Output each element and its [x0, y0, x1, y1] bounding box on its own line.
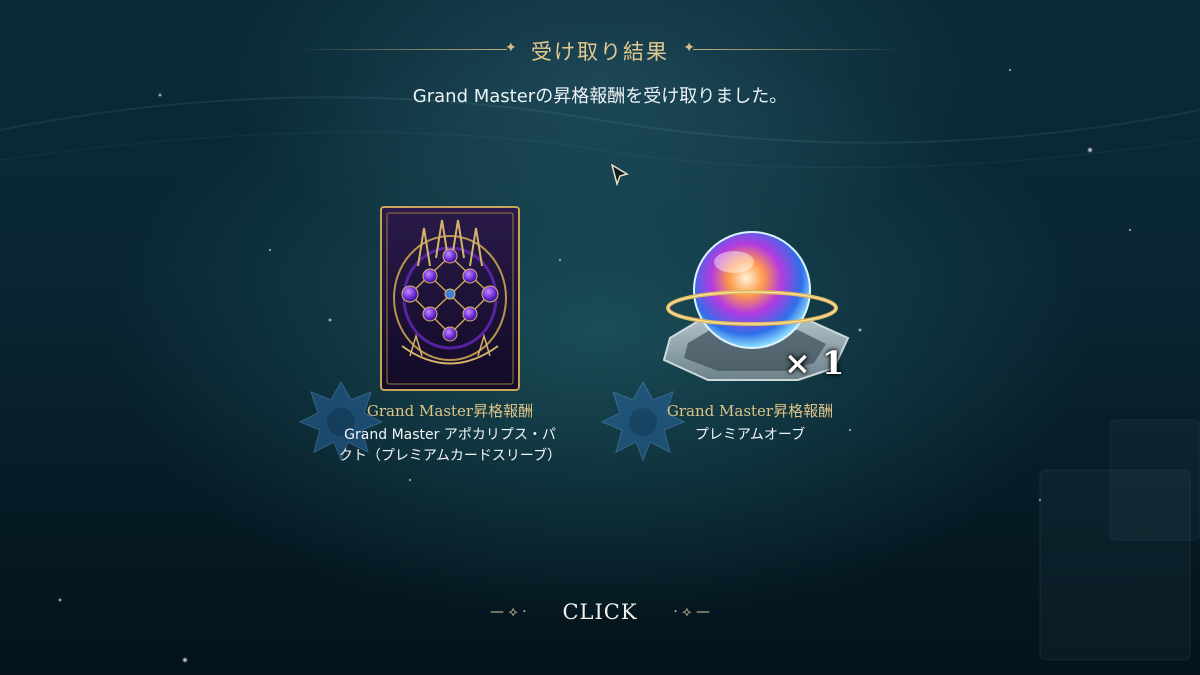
reward-name: プレミアムオーブ — [694, 427, 806, 443]
result-message: Grand Masterの昇格報酬を受け取りました。 — [412, 86, 788, 107]
ornament-icon: ✦ — [683, 40, 695, 56]
reward-item-premium-orb: Grand Master昇格報酬 プレミアムオーブ — [600, 400, 900, 450]
click-to-continue-button[interactable]: — ⟡ · CLICK · ⟡ — — [490, 600, 710, 626]
reward-label: Grand Master昇格報酬 — [366, 402, 534, 420]
card-sleeve-icon — [380, 206, 520, 391]
ornament-icon: · ⟡ — — [673, 604, 710, 620]
reward-name-line1: Grand Master アポカリプス・パ — [344, 427, 556, 443]
title-divider-right — [693, 49, 905, 50]
cursor-icon — [611, 164, 629, 186]
reward-label: Grand Master昇格報酬 — [666, 402, 834, 420]
reward-result-screen[interactable]: ✦ 受け取り結果 ✦ Grand Masterの昇格報酬を受け取りました。 Gr… — [0, 0, 1200, 675]
reward-name: Grand Master アポカリプス・パ クト（プレミアムカードスリーブ） — [300, 425, 600, 467]
reward-name-line2: クト（プレミアムカードスリーブ） — [338, 448, 562, 464]
title-bar: ✦ 受け取り結果 ✦ — [295, 34, 905, 66]
page-title: 受け取り結果 — [531, 40, 669, 64]
reward-item-card-sleeve: Grand Master昇格報酬 Grand Master アポカリプス・パ ク… — [300, 400, 600, 470]
quantity-badge: × 1 — [784, 344, 845, 382]
